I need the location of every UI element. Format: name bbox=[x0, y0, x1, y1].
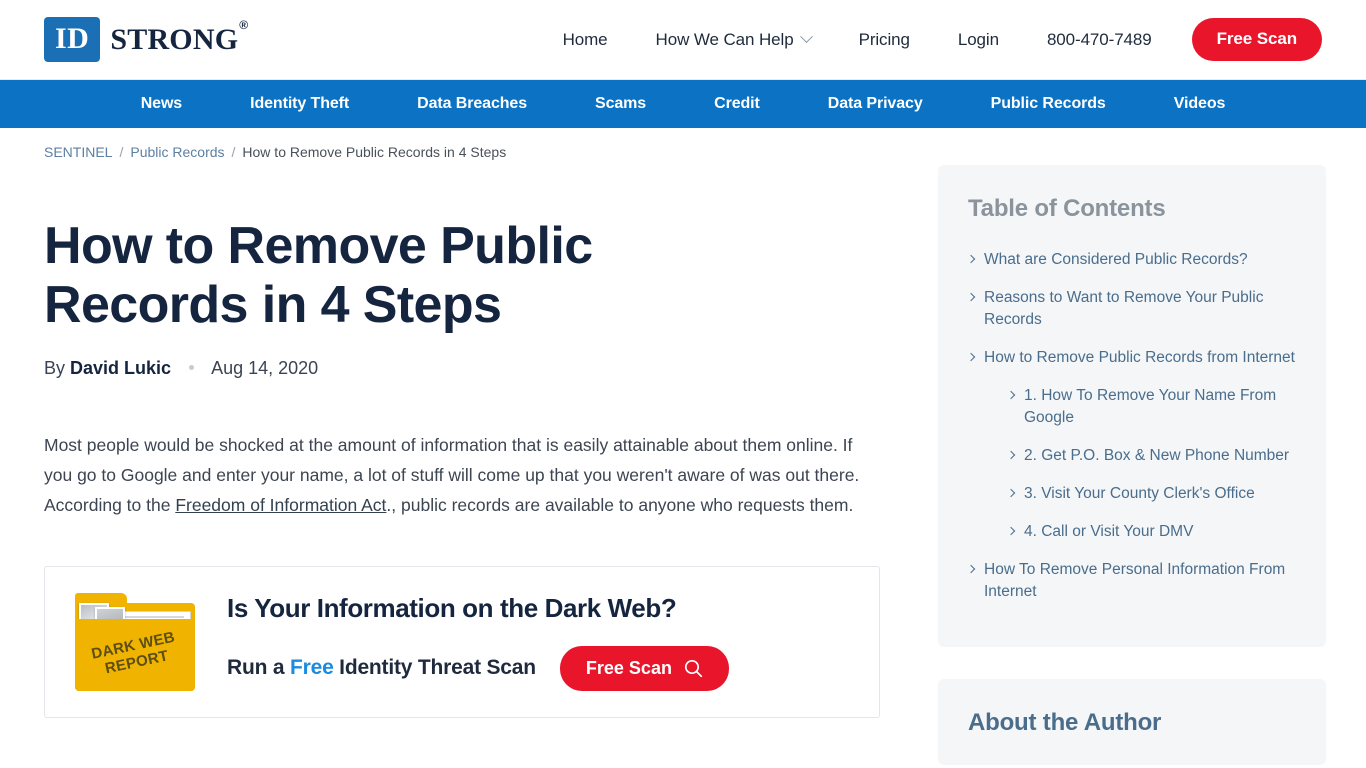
chevron-right-icon bbox=[1006, 526, 1016, 536]
category-nav-item-news[interactable]: News bbox=[107, 95, 216, 113]
nav-item-home[interactable]: Home bbox=[539, 30, 632, 50]
toc-sublink-label: 4. Call or Visit Your DMV bbox=[1024, 523, 1194, 540]
site-logo[interactable]: ID STRONG® bbox=[44, 17, 249, 63]
toc-subitem: 4. Call or Visit Your DMV bbox=[1006, 521, 1296, 543]
logo-wordmark: STRONG® bbox=[110, 17, 249, 56]
toc-subitem: 2. Get P.O. Box & New Phone Number bbox=[1006, 445, 1296, 467]
toc-item: How to Remove Public Records from Intern… bbox=[966, 347, 1296, 543]
banner-free-scan-label: Free Scan bbox=[585, 657, 672, 678]
category-nav-item-identity-theft[interactable]: Identity Theft bbox=[216, 95, 383, 113]
chevron-right-icon bbox=[966, 254, 976, 264]
chevron-right-icon bbox=[1006, 488, 1016, 498]
dark-web-banner-subheading: Run a Free Identity Threat Scan bbox=[227, 656, 536, 680]
toc-link-what-are-considered-public-records[interactable]: What are Considered Public Records? bbox=[966, 249, 1296, 271]
page-body: How to Remove Public Records in 4 Steps … bbox=[0, 164, 1366, 765]
toc-link-reasons-to-remove-public-records[interactable]: Reasons to Want to Remove Your Public Re… bbox=[966, 287, 1296, 331]
chevron-right-icon bbox=[1006, 390, 1016, 400]
category-nav-item-credit[interactable]: Credit bbox=[680, 95, 794, 113]
article-column: How to Remove Public Records in 4 Steps … bbox=[44, 164, 880, 718]
registered-trademark-icon: ® bbox=[239, 17, 249, 32]
logo-badge: ID bbox=[44, 17, 101, 62]
toc-link-label: How to Remove Public Records from Intern… bbox=[984, 349, 1295, 366]
toc-link-remove-personal-information-from-internet[interactable]: How To Remove Personal Information From … bbox=[966, 559, 1296, 603]
nav-item-how-we-can-help[interactable]: How We Can Help bbox=[632, 30, 835, 50]
nav-item-login[interactable]: Login bbox=[934, 30, 1023, 50]
table-of-contents-title: Table of Contents bbox=[968, 195, 1166, 222]
chevron-down-icon bbox=[799, 30, 813, 44]
toc-item: What are Considered Public Records? bbox=[966, 249, 1296, 271]
article-author: David Lukic bbox=[70, 357, 172, 378]
toc-sublink-label: 2. Get P.O. Box & New Phone Number bbox=[1024, 447, 1290, 464]
category-nav-item-data-breaches[interactable]: Data Breaches bbox=[383, 95, 561, 113]
toc-link-label: Reasons to Want to Remove Your Public Re… bbox=[984, 289, 1264, 328]
page-title: How to Remove Public Records in 4 Steps bbox=[44, 217, 593, 335]
freedom-of-information-act-link[interactable]: Freedom of Information Act bbox=[175, 495, 386, 515]
toc-link-label: What are Considered Public Records? bbox=[984, 251, 1248, 268]
toc-sublink-label: 3. Visit Your County Clerk's Office bbox=[1024, 485, 1255, 502]
about-the-author-card: About the Author bbox=[938, 679, 1326, 765]
table-of-contents-card: Table of Contents What are Considered Pu… bbox=[938, 165, 1326, 647]
category-nav-item-public-records[interactable]: Public Records bbox=[957, 95, 1140, 113]
primary-nav: Home How We Can Help Pricing Login 800-4… bbox=[539, 18, 1322, 61]
byline-prefix: By bbox=[44, 357, 66, 378]
category-nav-item-videos[interactable]: Videos bbox=[1140, 95, 1260, 113]
category-nav-item-data-privacy[interactable]: Data Privacy bbox=[794, 95, 957, 113]
toc-sublink-remove-name-from-google[interactable]: 1. How To Remove Your Name From Google bbox=[1006, 385, 1296, 429]
site-header: ID STRONG® Home How We Can Help Pricing … bbox=[0, 0, 1366, 80]
paragraph-text-after-link: ., public records are available to anyon… bbox=[386, 494, 854, 515]
toc-link-label: How To Remove Personal Information From … bbox=[984, 561, 1286, 600]
toc-link-how-to-remove-public-records-from-internet[interactable]: How to Remove Public Records from Intern… bbox=[966, 347, 1296, 369]
category-nav: News Identity Theft Data Breaches Scams … bbox=[0, 80, 1366, 128]
search-icon bbox=[684, 659, 703, 677]
dark-web-report-folder-icon: DARK WEB REPORT bbox=[75, 592, 195, 691]
nav-item-phone[interactable]: 800-470-7489 bbox=[1023, 30, 1176, 50]
nav-item-pricing[interactable]: Pricing bbox=[835, 30, 934, 50]
table-of-contents-list: What are Considered Public Records? Reas… bbox=[966, 249, 1296, 603]
toc-sublink-label: 1. How To Remove Your Name From Google bbox=[1024, 387, 1277, 426]
toc-item: Reasons to Want to Remove Your Public Re… bbox=[966, 287, 1296, 331]
toc-sublink-call-or-visit-dmv[interactable]: 4. Call or Visit Your DMV bbox=[1006, 521, 1296, 543]
chevron-right-icon bbox=[966, 292, 976, 302]
about-the-author-title: About the Author bbox=[968, 709, 1162, 736]
sidebar: Table of Contents What are Considered Pu… bbox=[938, 164, 1326, 765]
chevron-right-icon bbox=[966, 564, 976, 574]
breadcrumb-current: How to Remove Public Records in 4 Steps bbox=[242, 144, 507, 160]
breadcrumb-separator: / bbox=[231, 144, 236, 160]
chevron-right-icon bbox=[1006, 450, 1016, 460]
free-scan-button[interactable]: Free Scan bbox=[1191, 18, 1322, 61]
free-highlight: Free bbox=[289, 656, 334, 680]
banner-free-scan-button[interactable]: Free Scan bbox=[559, 645, 729, 691]
toc-sublink-visit-county-clerk[interactable]: 3. Visit Your County Clerk's Office bbox=[1006, 483, 1296, 505]
chevron-right-icon bbox=[966, 352, 976, 362]
breadcrumb-root[interactable]: SENTINEL bbox=[44, 144, 112, 160]
toc-subitem: 1. How To Remove Your Name From Google bbox=[1006, 385, 1296, 429]
toc-sublist: 1. How To Remove Your Name From Google 2… bbox=[968, 385, 1296, 543]
article-byline: By David Lukic Aug 14, 2020 bbox=[44, 358, 880, 379]
byline-separator-dot bbox=[189, 364, 195, 370]
toc-subitem: 3. Visit Your County Clerk's Office bbox=[1006, 483, 1296, 505]
article-date: Aug 14, 2020 bbox=[211, 357, 319, 378]
dark-web-promo-banner[interactable]: DARK WEB REPORT Is Your Information on t… bbox=[44, 565, 880, 718]
category-nav-item-scams[interactable]: Scams bbox=[561, 95, 680, 113]
dark-web-banner-heading: Is Your Information on the Dark Web? bbox=[227, 592, 677, 623]
toc-sublink-get-po-box[interactable]: 2. Get P.O. Box & New Phone Number bbox=[1006, 445, 1296, 467]
dark-web-banner-action-row: Run a Free Identity Threat Scan Free Sca… bbox=[227, 645, 849, 691]
toc-item: How To Remove Personal Information From … bbox=[966, 559, 1296, 603]
dark-web-banner-text: Is Your Information on the Dark Web? Run… bbox=[227, 593, 849, 691]
breadcrumb: SENTINEL / Public Records / How to Remov… bbox=[0, 128, 1366, 164]
breadcrumb-section[interactable]: Public Records bbox=[130, 144, 224, 160]
article-intro-paragraph: Most people would be shocked at the amou… bbox=[44, 430, 880, 520]
breadcrumb-separator: / bbox=[119, 144, 124, 160]
